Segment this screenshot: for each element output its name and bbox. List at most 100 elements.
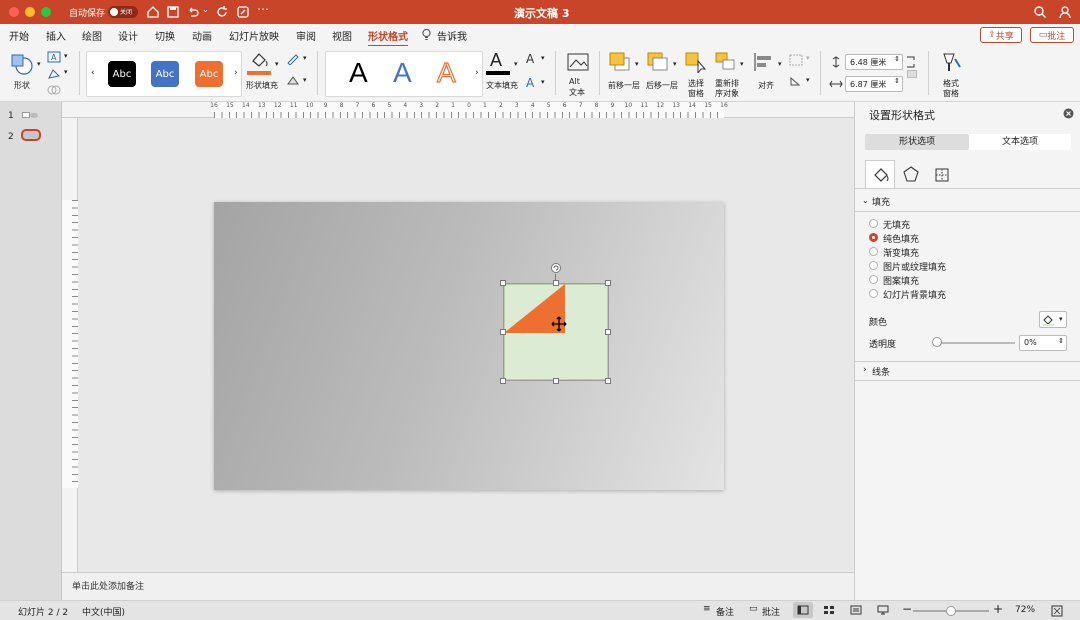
- width-stepper-icon[interactable]: ⇕: [894, 77, 900, 85]
- wordart-black[interactable]: A: [349, 57, 368, 89]
- more-icon[interactable]: ⋯: [257, 2, 269, 16]
- shape-style-orange[interactable]: Abc: [195, 61, 223, 87]
- effects-dropdown-icon[interactable]: ▾: [303, 76, 307, 84]
- backward-dropdown-icon[interactable]: ▾: [673, 60, 677, 68]
- save-icon[interactable]: [166, 5, 180, 19]
- option-picture-fill[interactable]: 图片或纹理填充: [883, 260, 946, 273]
- radio-solid-fill[interactable]: [869, 233, 878, 242]
- option-pattern-fill[interactable]: 图案填充: [883, 274, 919, 287]
- shape-effects-icon[interactable]: [286, 75, 300, 87]
- radio-picture-fill[interactable]: [869, 261, 878, 270]
- resize-handle-s[interactable]: [553, 378, 559, 384]
- edit-shape-icon[interactable]: [47, 68, 61, 80]
- resize-handle-se[interactable]: [605, 378, 611, 384]
- close-pane-icon[interactable]: [1063, 108, 1074, 119]
- transparency-slider[interactable]: [937, 342, 1015, 344]
- option-no-fill[interactable]: 无填充: [883, 218, 910, 231]
- wordart-next-icon[interactable]: ›: [475, 68, 479, 78]
- search-icon[interactable]: [1033, 5, 1047, 19]
- fit-to-window-icon[interactable]: [1051, 605, 1063, 617]
- transparency-slider-thumb[interactable]: [932, 337, 942, 347]
- reorder-dropdown-icon[interactable]: ▾: [740, 60, 744, 68]
- tab-home[interactable]: 开始: [9, 28, 29, 43]
- text-outline-icon[interactable]: A: [526, 52, 534, 66]
- rotate-icon[interactable]: [788, 74, 804, 88]
- tell-me-search[interactable]: 告诉我: [437, 28, 467, 43]
- color-picker-button[interactable]: ▾: [1039, 311, 1067, 328]
- size-properties-icon[interactable]: [933, 166, 951, 184]
- alt-text-icon[interactable]: [566, 52, 590, 74]
- format-pane-icon[interactable]: [939, 51, 963, 75]
- height-stepper-icon[interactable]: ⇕: [894, 55, 900, 63]
- shape-fill-dropdown-icon[interactable]: ▾: [275, 60, 279, 68]
- tab-design[interactable]: 设计: [118, 28, 138, 43]
- zoom-slider[interactable]: [913, 606, 989, 616]
- normal-view-button[interactable]: [793, 602, 813, 618]
- rotate-handle-icon[interactable]: [550, 262, 562, 274]
- radio-pattern-fill[interactable]: [869, 275, 878, 284]
- text-outline-dropdown-icon[interactable]: ▾: [541, 54, 545, 62]
- tab-draw[interactable]: 绘图: [82, 28, 102, 43]
- slide-canvas[interactable]: [214, 202, 724, 490]
- zoom-out-icon[interactable]: −: [902, 602, 912, 616]
- rotate-dropdown-icon[interactable]: ▾: [806, 76, 810, 84]
- lock-aspect-checkbox[interactable]: [907, 70, 917, 78]
- wordart-orange-outline[interactable]: A: [436, 56, 456, 89]
- shape-style-blue[interactable]: Abc: [151, 61, 179, 87]
- wordart-blue[interactable]: A: [393, 57, 412, 89]
- text-fill-icon[interactable]: A: [490, 50, 502, 71]
- share-button[interactable]: ⇪ 共享: [980, 27, 1022, 43]
- slideshow-icon[interactable]: [877, 605, 889, 615]
- shape-style-black[interactable]: Abc: [108, 61, 136, 87]
- resize-handle-nw[interactable]: [500, 280, 506, 286]
- tab-insert[interactable]: 插入: [46, 28, 66, 43]
- transparency-stepper-icon[interactable]: ⇕: [1058, 337, 1064, 345]
- home-icon[interactable]: [146, 5, 160, 19]
- zoom-in-icon[interactable]: +: [993, 602, 1003, 616]
- resize-handle-e[interactable]: [605, 329, 611, 335]
- transparency-input[interactable]: 0% ⇕: [1019, 335, 1067, 351]
- undo-dropdown-icon[interactable]: ⌄: [202, 5, 209, 14]
- resize-handle-ne[interactable]: [605, 280, 611, 286]
- resize-handle-sw[interactable]: [500, 378, 506, 384]
- slide-thumbnail-2[interactable]: [21, 129, 41, 141]
- tab-animations[interactable]: 动画: [192, 28, 212, 43]
- align-dropdown-icon[interactable]: ▾: [778, 60, 782, 68]
- tab-review[interactable]: 审阅: [296, 28, 316, 43]
- fill-collapse-icon[interactable]: ⌄: [862, 196, 869, 205]
- notes-toggle-label[interactable]: 备注: [716, 605, 734, 618]
- line-expand-icon[interactable]: ›: [863, 365, 867, 375]
- send-backward-icon[interactable]: [646, 51, 670, 73]
- text-fill-dropdown-icon[interactable]: ▾: [514, 60, 518, 68]
- account-icon[interactable]: [1058, 5, 1072, 19]
- edit-shape-dropdown-icon[interactable]: ▾: [64, 68, 68, 76]
- forward-dropdown-icon[interactable]: ▾: [635, 60, 639, 68]
- tab-shape-format[interactable]: 形状格式: [368, 28, 408, 47]
- notes-toggle-icon[interactable]: ≡: [703, 604, 711, 614]
- reading-view-icon[interactable]: [850, 605, 862, 615]
- text-box-icon[interactable]: A: [47, 51, 61, 63]
- option-slide-bg-fill[interactable]: 幻灯片背景填充: [883, 288, 946, 301]
- language-indicator[interactable]: 中文(中国): [82, 605, 125, 618]
- slide-sorter-icon[interactable]: [823, 605, 835, 615]
- zoom-level[interactable]: 72%: [1015, 605, 1035, 615]
- selection-pane-icon[interactable]: [684, 51, 708, 73]
- comments-button[interactable]: ▭ 批注: [1030, 27, 1074, 43]
- paint-bucket-icon[interactable]: [249, 51, 273, 69]
- fill-section-header[interactable]: 填充: [872, 195, 890, 208]
- comments-toggle-label[interactable]: 批注: [762, 605, 780, 618]
- edit-icon[interactable]: [236, 5, 250, 19]
- zoom-slider-thumb[interactable]: [946, 606, 956, 616]
- close-window-button[interactable]: [9, 7, 19, 17]
- gallery-next-icon[interactable]: ›: [234, 68, 238, 78]
- resize-handle-n[interactable]: [553, 280, 559, 286]
- line-section-header[interactable]: 线条: [872, 365, 890, 378]
- option-solid-fill[interactable]: 纯色填充: [883, 232, 919, 245]
- height-input[interactable]: 6.48 厘米 ⇕: [845, 54, 903, 70]
- radio-no-fill[interactable]: [869, 219, 878, 228]
- lock-aspect-icon[interactable]: [906, 56, 916, 68]
- tab-transitions[interactable]: 切换: [155, 28, 175, 43]
- align-icon[interactable]: [752, 51, 776, 73]
- notes-pane[interactable]: 单击此处添加备注: [62, 572, 854, 600]
- bring-forward-icon[interactable]: [608, 51, 632, 73]
